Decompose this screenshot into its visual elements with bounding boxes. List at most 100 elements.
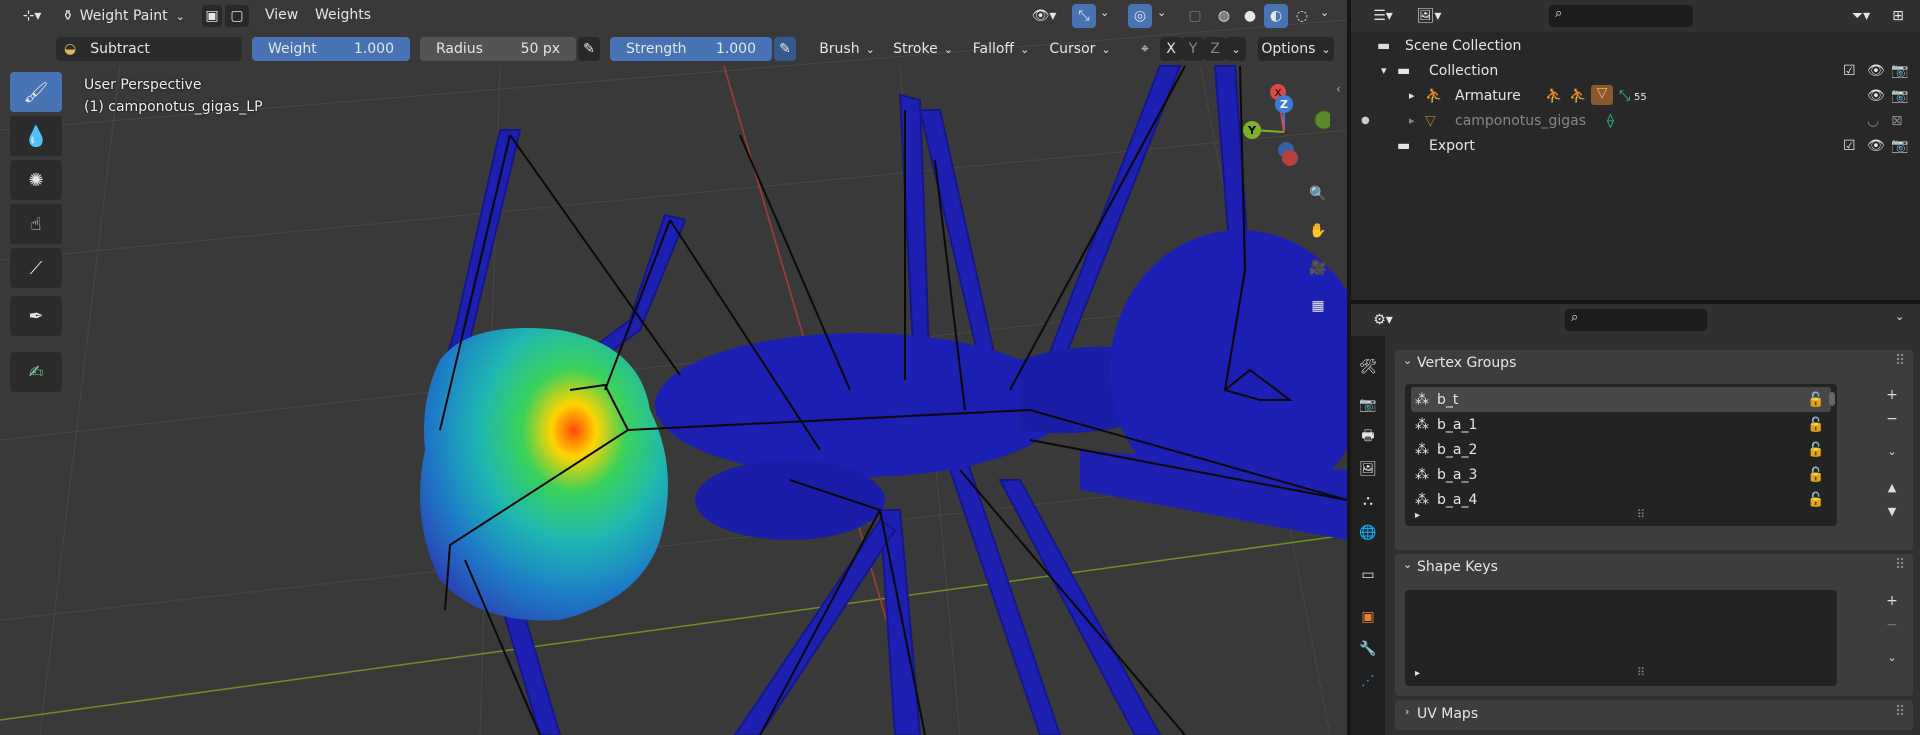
list-filter-toggle-icon[interactable]: ▸	[1415, 668, 1420, 679]
drag-handle-icon[interactable]: ⠿	[1895, 353, 1905, 369]
tab-render[interactable]: 📷	[1355, 392, 1381, 418]
list-filter-toggle-icon[interactable]: ▸	[1415, 510, 1420, 521]
mirror-x-toggle[interactable]: X	[1160, 37, 1182, 61]
wireframe-shading-button[interactable]: ◍	[1212, 4, 1236, 28]
chevron-right-icon[interactable]: ›	[1405, 705, 1409, 718]
camera-render-disabled-icon[interactable]: ⊠	[1891, 113, 1903, 129]
blur-tool-button[interactable]: 💧	[10, 116, 62, 156]
list-scrollbar[interactable]	[1829, 392, 1835, 406]
mirror-y-toggle[interactable]: Y	[1182, 37, 1204, 61]
annotate-tool-button[interactable]: ✍	[10, 352, 62, 392]
gradient-tool-button[interactable]: ⟋	[10, 248, 62, 288]
properties-editor-type-button[interactable]: ⚙▾	[1365, 308, 1401, 332]
add-shape-key-button[interactable]: +	[1879, 590, 1905, 612]
options-dropdown[interactable]: Options ⌄	[1258, 37, 1334, 61]
outliner-row-camponotus-gigas[interactable]: ● ▸ ▽ camponotus_gigas ⟠ ◡ ⊠	[1351, 108, 1920, 133]
3d-viewport[interactable]: ⊹▾ ⚱ Weight Paint ⌄ ▣ ▢ View Weights 👁▾ …	[0, 0, 1347, 735]
falloff-dropdown[interactable]: Falloff ⌄	[964, 37, 1038, 61]
tab-world[interactable]: 🌐	[1355, 520, 1381, 546]
tab-tool[interactable]: 🛠	[1355, 354, 1381, 380]
chevron-down-icon[interactable]: ⌄	[1403, 558, 1412, 571]
camera-view-button[interactable]: 🎥	[1302, 252, 1334, 284]
remove-shape-key-button[interactable]: −	[1879, 614, 1905, 636]
strength-slider[interactable]: Strength 1.000	[610, 37, 772, 61]
chevron-down-icon[interactable]: ⌄	[1157, 6, 1166, 19]
radius-pressure-toggle[interactable]: ✎	[578, 37, 600, 61]
mesh-child-icon[interactable]: ▽	[1591, 85, 1613, 105]
outliner-row-export[interactable]: ▬ Export ☑ 👁 📷	[1351, 133, 1920, 158]
camera-render-icon[interactable]: 📷	[1891, 88, 1908, 104]
strength-pressure-toggle[interactable]: ✎	[774, 37, 796, 61]
solid-shading-button[interactable]: ●	[1238, 4, 1262, 28]
outliner-row-collection[interactable]: ▾ ▬ Collection ☑ 👁 📷	[1351, 58, 1920, 83]
xray-toggle[interactable]: ▢	[1183, 4, 1207, 28]
drag-handle-icon[interactable]: ⠿	[1895, 557, 1905, 573]
stroke-dropdown[interactable]: Stroke ⌄	[888, 37, 958, 61]
pan-button[interactable]: ✋	[1302, 215, 1334, 247]
vertex-group-specials-button[interactable]: ⌄	[1879, 440, 1905, 462]
list-item[interactable]: ⁂ b_a_3 🔓	[1411, 462, 1831, 487]
list-item[interactable]: ⁂ b_a_4 🔓	[1411, 487, 1831, 512]
weight-slider[interactable]: Weight 1.000	[252, 37, 410, 61]
eye-icon[interactable]: 👁	[1867, 138, 1885, 154]
remove-vertex-group-button[interactable]: −	[1879, 408, 1905, 430]
face-select-toggle[interactable]: ▢	[225, 5, 249, 27]
drag-handle-icon[interactable]: ⠿	[1895, 704, 1905, 720]
eye-icon[interactable]: 👁	[1867, 63, 1885, 79]
eye-closed-icon[interactable]: ◡	[1867, 113, 1879, 129]
tab-view-layer[interactable]: 🖼	[1355, 456, 1381, 482]
rendered-shading-button[interactable]: ◌	[1290, 4, 1314, 28]
gizmo-toggle[interactable]: ⤡	[1072, 4, 1096, 28]
list-item[interactable]: ⁂ b_a_1 🔓	[1411, 412, 1831, 437]
material-shading-button[interactable]: ◐	[1264, 4, 1288, 28]
chevron-down-icon[interactable]: ⌄	[1100, 6, 1109, 19]
brush-select[interactable]: ◒ Subtract	[56, 37, 242, 61]
list-item[interactable]: ⁂ b_t 🔓	[1411, 387, 1831, 412]
radius-field[interactable]: Radius 50 px	[420, 37, 576, 61]
uv-maps-title[interactable]: UV Maps	[1417, 706, 1478, 722]
expand-arrow-icon[interactable]: ▸	[1409, 114, 1415, 127]
mirror-options-dropdown[interactable]: ⌄	[1226, 37, 1246, 61]
ortho-toggle-button[interactable]: ▦	[1302, 290, 1334, 322]
chevron-down-icon[interactable]: ⌄	[1320, 6, 1329, 19]
properties-search-input[interactable]: ⌕	[1565, 309, 1707, 331]
list-resize-handle-icon[interactable]: ⠿	[1637, 666, 1645, 679]
list-resize-handle-icon[interactable]: ⠿	[1637, 508, 1645, 521]
menu-weights[interactable]: Weights	[315, 7, 371, 23]
vertex-select-toggle[interactable]: ▣	[202, 5, 222, 27]
smear-tool-button[interactable]: ☝	[10, 204, 62, 244]
camera-render-icon[interactable]: 📷	[1891, 63, 1908, 79]
lock-open-icon[interactable]: 🔓	[1807, 392, 1824, 408]
move-up-button[interactable]: ▲	[1879, 476, 1905, 498]
tab-collection[interactable]: ▭	[1355, 562, 1381, 588]
tab-object[interactable]: ▣	[1355, 604, 1381, 630]
cursor-dropdown[interactable]: Cursor ⌄	[1044, 37, 1116, 61]
shape-keys-title[interactable]: Shape Keys	[1417, 559, 1498, 575]
sidebar-toggle-arrow-icon[interactable]: ‹	[1336, 82, 1341, 96]
shape-keys-list[interactable]: ▸ ⠿	[1405, 590, 1837, 686]
camera-render-icon[interactable]: 📷	[1891, 138, 1908, 154]
move-down-button[interactable]: ▼	[1879, 500, 1905, 522]
list-item[interactable]: ⁂ b_a_2 🔓	[1411, 437, 1831, 462]
neg-x-axis-handle[interactable]	[1282, 150, 1298, 166]
display-mode-button[interactable]: 🖼▾	[1411, 4, 1447, 28]
visibility-button[interactable]: 👁▾	[1026, 4, 1062, 28]
outliner-editor-type-button[interactable]: ☰▾	[1365, 4, 1401, 28]
vertex-groups-title[interactable]: Vertex Groups	[1417, 355, 1516, 371]
lock-open-icon[interactable]: 🔓	[1807, 442, 1824, 458]
mode-select[interactable]: ⚱ Weight Paint ⌄	[56, 4, 194, 28]
mirror-z-toggle[interactable]: Z	[1204, 37, 1226, 61]
zoom-button[interactable]: 🔍	[1302, 178, 1334, 210]
tab-particles[interactable]: ⋰	[1355, 668, 1381, 694]
tab-scene[interactable]: ⛬	[1355, 488, 1381, 514]
menu-view[interactable]: View	[265, 7, 298, 23]
chevron-down-icon[interactable]: ⌄	[1895, 310, 1904, 323]
tab-modifiers[interactable]: 🔧	[1355, 636, 1381, 662]
lock-open-icon[interactable]: 🔓	[1807, 492, 1824, 508]
chevron-down-icon[interactable]: ⌄	[1403, 354, 1412, 367]
outliner-row-armature[interactable]: ▸ ⛹ Armature ⛹ ⛹ ▽ ⤡ 55 👁 📷	[1351, 83, 1920, 108]
expand-arrow-icon[interactable]: ▸	[1409, 89, 1415, 102]
new-collection-button[interactable]: ⊞	[1885, 4, 1911, 28]
filter-button[interactable]: ⏷▾	[1843, 4, 1879, 28]
expand-arrow-icon[interactable]: ▾	[1381, 64, 1387, 77]
